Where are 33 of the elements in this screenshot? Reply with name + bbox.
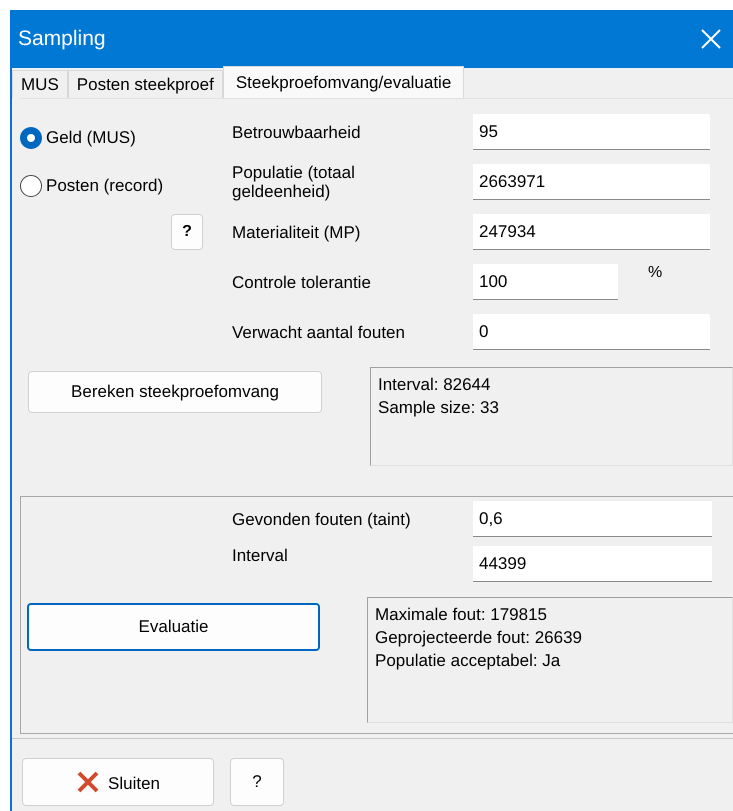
tab[interactable]: MUS (12, 70, 68, 98)
unit-label: % (648, 264, 662, 282)
help-button[interactable]: ? (171, 214, 203, 250)
result-text: Geprojecteerde fout: 26639 (375, 627, 583, 649)
input-field[interactable]: 0,6 (473, 501, 712, 537)
field-label: Verwacht aantal fouten (232, 322, 406, 342)
input-field[interactable]: 100 (473, 264, 618, 300)
result-text: Sample size: 33 (378, 397, 500, 419)
field-label: Gevonden fouten (taint) (232, 510, 412, 528)
close-button[interactable]: Sluiten (22, 758, 214, 806)
input-field[interactable]: 95 (473, 114, 710, 150)
input-field[interactable]: 0 (473, 314, 710, 350)
field-label: Controle tolerantie (232, 272, 372, 292)
help-button[interactable]: ? (230, 758, 284, 806)
result-text: Interval: 82644 (378, 374, 492, 396)
calculate-button[interactable]: Bereken steekproefomvang (28, 371, 322, 413)
tab[interactable]: Posten steekproef (68, 70, 223, 98)
radio-option[interactable]: Posten (record) (20, 175, 164, 197)
radio-option[interactable]: Geld (MUS) (20, 127, 136, 149)
field-label: Materialiteit (MP) (232, 222, 362, 242)
result-text: Populatie acceptabel: Ja (375, 650, 562, 672)
field-label: Betrouwbaarheid (232, 122, 362, 142)
tab[interactable]: Steekproefomvang/evaluatie (222, 66, 464, 98)
input-field[interactable]: 44399 (473, 546, 712, 582)
evaluate-button[interactable]: Evaluatie (27, 603, 320, 651)
cross-icon (76, 770, 100, 792)
field-label: Populatie (totaal geldeenheid) (232, 163, 356, 201)
field-label: Interval (232, 546, 289, 565)
input-field[interactable]: 247934 (473, 214, 710, 250)
input-field[interactable]: 2663971 (473, 164, 710, 200)
result-text: Maximale fout: 179815 (375, 604, 548, 626)
close-icon[interactable] (701, 29, 721, 49)
window-title: Sampling (18, 27, 106, 51)
